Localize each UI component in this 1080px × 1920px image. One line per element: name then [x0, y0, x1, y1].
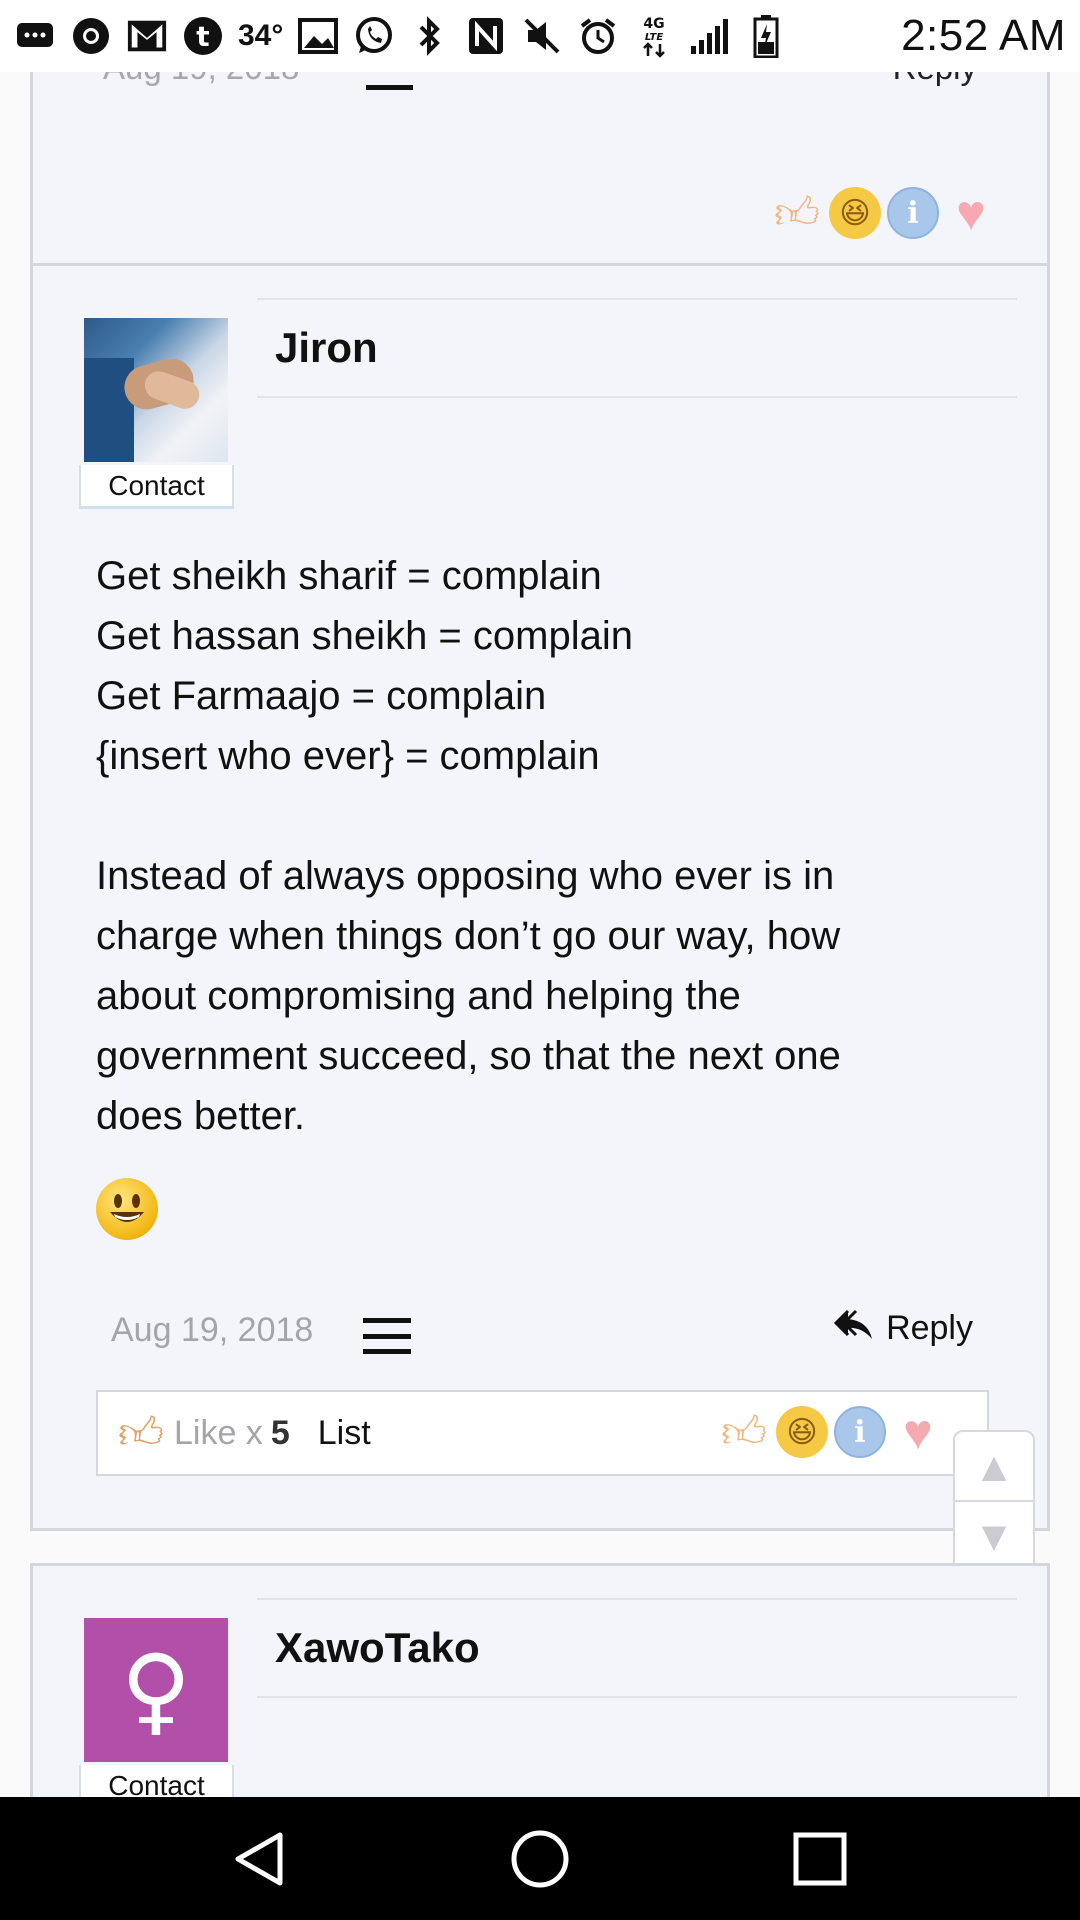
tumblr-icon: t [182, 15, 224, 57]
laugh-icon[interactable]: 😆︎ [829, 187, 881, 239]
post-line: {insert who ever} = complain [96, 734, 600, 778]
scroll-up-button[interactable]: ▲ [955, 1432, 1033, 1502]
thumbs-up-icon: 👍︎ [118, 1408, 164, 1458]
status-bar: t 34° 4G LTE 2:52 AM [0, 0, 1080, 72]
heart-icon[interactable]: ♥ [945, 185, 997, 241]
post-line: government succeed, so that the next one [96, 1034, 841, 1078]
like-label: Like x [173, 1413, 263, 1452]
previous-post-menu-icon[interactable] [366, 85, 413, 90]
contact-button[interactable]: Contact [79, 1765, 234, 1797]
like-count: 5 [270, 1413, 290, 1452]
mute-icon [521, 15, 563, 57]
previous-post-reply-button[interactable]: Reply [893, 72, 977, 87]
alarm-icon [577, 15, 619, 57]
header-divider [257, 1696, 1017, 1698]
scroll-down-button[interactable]: ▼ [955, 1502, 1033, 1570]
back-icon[interactable] [220, 1819, 300, 1899]
thumbs-up-icon[interactable]: 👍︎ [771, 187, 823, 239]
previous-post-date: Aug 19, 2018 [103, 72, 299, 87]
post-date: Aug 19, 2018 [111, 1311, 314, 1349]
gmail-icon [126, 15, 168, 57]
avatar[interactable] [84, 318, 228, 462]
gallery-icon [297, 15, 339, 57]
recents-icon[interactable] [780, 1819, 860, 1899]
post-line: Instead of always opposing who ever is i… [96, 854, 835, 898]
header-divider [257, 298, 1017, 300]
post-line: Get Farmaajo = complain [96, 674, 547, 718]
navigation-bar [0, 1797, 1080, 1920]
bluetooth-icon [409, 15, 451, 57]
svg-text:4G: 4G [644, 16, 665, 32]
notification-icons: t 34° 4G LTE [14, 15, 901, 58]
previous-post-reactions: 👍︎ 😆︎ i ♥ [771, 185, 997, 241]
post-line: charge when things don’t go our way, how [96, 914, 841, 958]
like-summary-bar: 👍︎ Like x 5 List 👍︎ 😆︎ i ♥ [96, 1390, 989, 1476]
username[interactable]: Jiron [275, 324, 378, 372]
female-icon: ♀ [120, 1634, 192, 1746]
whatsapp-icon [353, 15, 395, 57]
post-line: Get hassan sheikh = complain [96, 614, 633, 658]
header-divider [257, 1598, 1017, 1600]
smiley-emoji-icon [96, 1178, 158, 1240]
reply-label: Reply [886, 1308, 973, 1347]
contact-button[interactable]: Contact [79, 465, 234, 509]
nfc-icon [465, 15, 507, 57]
likes-list-link[interactable]: List [318, 1414, 371, 1453]
home-icon[interactable] [500, 1819, 580, 1899]
avatar[interactable]: ♀ [84, 1618, 228, 1762]
previous-post-reply-label: Reply [893, 72, 977, 86]
thread-content[interactable]: Aug 19, 2018 Reply 👍︎ 😆︎ i ♥ Contact Jir… [0, 72, 1080, 1797]
svg-text:t: t [196, 20, 209, 53]
info-icon[interactable]: i [887, 187, 939, 239]
post-line: about compromising and helping the [96, 974, 741, 1018]
heart-icon[interactable]: ♥ [892, 1404, 944, 1460]
temperature-text: 34° [238, 19, 284, 52]
laugh-icon[interactable]: 😆︎ [776, 1406, 828, 1458]
chrome-icon [70, 15, 112, 57]
info-icon[interactable]: i [834, 1406, 886, 1458]
post-body: Get sheikh sharif = complain Get hassan … [96, 546, 996, 1146]
scroll-controls: ▲ ▼ [953, 1430, 1035, 1572]
post-line: Get sheikh sharif = complain [96, 554, 602, 598]
post-line: does better. [96, 1094, 306, 1138]
header-divider [257, 396, 1017, 398]
reply-all-icon [833, 1306, 874, 1350]
thumbs-up-icon[interactable]: 👍︎ [718, 1406, 770, 1458]
post-jiron: Contact Jiron Get sheikh sharif = compla… [30, 263, 1050, 1531]
clock: 2:52 AM [901, 11, 1066, 60]
reaction-picker: 👍︎ 😆︎ i ♥ [718, 1404, 944, 1460]
post-xawotako: ♀ Contact XawoTako [30, 1563, 1050, 1797]
username[interactable]: XawoTako [275, 1624, 480, 1672]
messages-icon [14, 15, 56, 57]
battery-icon [745, 15, 787, 58]
post-line [96, 786, 996, 846]
reply-button[interactable]: Reply [833, 1306, 973, 1350]
lte-icon: 4G LTE [633, 15, 675, 58]
svg-text:LTE: LTE [645, 32, 664, 43]
post-menu-icon[interactable] [363, 1318, 411, 1354]
signal-icon [689, 15, 731, 57]
